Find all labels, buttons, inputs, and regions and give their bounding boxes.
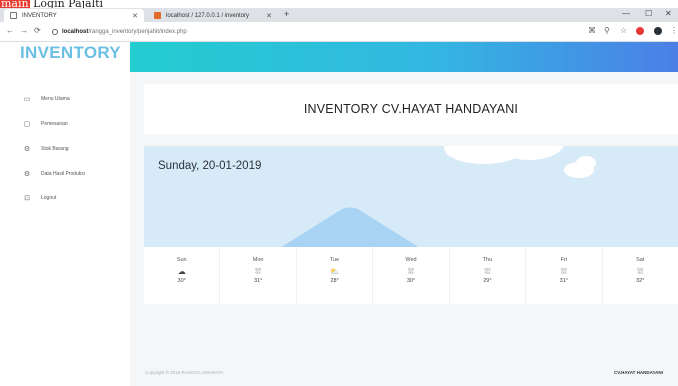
browser-address-bar: ← → ⟳ localhost /rangga_inventory/penjah… xyxy=(0,22,678,42)
forecast-day: Sun ☁ 30° xyxy=(144,247,221,304)
browser-tab-inventory[interactable]: INVENTORY ✕ xyxy=(4,9,144,22)
mountain-decoration xyxy=(280,207,420,248)
new-tab-button[interactable]: + xyxy=(284,9,289,19)
gear-icon: ⚙ xyxy=(23,171,31,178)
back-icon[interactable]: ← xyxy=(6,26,14,35)
bookmark-star-icon[interactable]: ☆ xyxy=(620,26,627,35)
sidebar-item-data-hasil-produksi[interactable]: ⚙ Data Hasil Produksi xyxy=(23,168,85,180)
sidebar-item-label: Menu Utama xyxy=(41,96,70,102)
forward-icon[interactable]: → xyxy=(20,26,28,35)
logout-icon: ⊡ xyxy=(24,195,30,202)
cloud-rain-icon: ⛆ xyxy=(407,267,415,276)
cloud-icon: ☁ xyxy=(177,267,186,276)
title-card: INVENTORY CV.HAYAT HANDAYANI xyxy=(144,84,678,134)
forecast-day-name: Mon xyxy=(252,257,264,263)
page-icon xyxy=(10,12,17,19)
browser-tab-title: INVENTORY xyxy=(22,12,57,19)
monitor-icon: ▭ xyxy=(23,96,31,103)
cloud-sun-icon: ⛅ xyxy=(329,267,340,276)
main-content: INVENTORY CV.HAYAT HANDAYANI Sunday, 20-… xyxy=(130,72,678,386)
forecast-temp: 28° xyxy=(330,278,339,284)
forecast-temp: 32° xyxy=(636,278,645,284)
weather-date: Sunday, 20-01-2019 xyxy=(158,160,262,172)
forecast-day-name: Tue xyxy=(329,257,340,263)
forecast-day-name: Sun xyxy=(176,257,187,263)
cloud-decoration xyxy=(576,156,596,170)
weather-widget: Sunday, 20-01-2019 Sun ☁ 30° Mon ⛆ 31° T… xyxy=(144,146,678,304)
forecast-day-name: Sat xyxy=(636,257,645,263)
translate-icon[interactable]: ⌘ xyxy=(588,26,596,35)
top-label-strip: main Login Pajalti xyxy=(0,0,678,8)
close-icon[interactable]: ✕ xyxy=(132,12,138,20)
gear-icon: ⚙ xyxy=(23,146,31,153)
footer-company: CV.HAYAT HANDAYANI xyxy=(614,370,663,375)
sidebar-item-label: Pemesanan xyxy=(41,121,68,127)
maximize-icon[interactable]: ☐ xyxy=(645,9,652,18)
sidebar-item-label: Data Hasil Produksi xyxy=(41,171,85,177)
footer-copyright: Copyright © 2018 RANGGA SWARAYA xyxy=(145,370,224,375)
forecast-day: Tue ⛅ 28° xyxy=(297,247,374,304)
sidebar-item-logout[interactable]: ⊡ Logout xyxy=(23,192,56,204)
cloud-rain-icon: ⛆ xyxy=(484,267,491,276)
forecast-temp: 30° xyxy=(177,278,186,284)
forecast-temp: 31° xyxy=(253,278,263,284)
forecast-day: Mon ⛆ 31° xyxy=(220,247,297,304)
brand-logo[interactable]: INVENTORY xyxy=(20,43,121,63)
extension-icon[interactable] xyxy=(654,27,662,35)
minimize-icon[interactable]: — xyxy=(622,9,630,18)
forecast-day-name: Wed xyxy=(405,257,417,263)
browser-tab-bar: INVENTORY ✕ localhost / 127.0.0.1 / inve… xyxy=(0,8,678,22)
forecast-temp: 30° xyxy=(406,278,416,284)
zoom-icon[interactable]: ⚲ xyxy=(604,26,610,35)
reload-icon[interactable]: ⟳ xyxy=(34,26,41,35)
cloud-rain-icon: ⛆ xyxy=(254,267,262,276)
close-icon[interactable]: ✕ xyxy=(266,12,272,20)
cloud-rain-icon: ⛆ xyxy=(637,267,644,276)
database-icon xyxy=(154,12,161,19)
forecast-temp: 29° xyxy=(483,278,492,284)
extension-icon[interactable] xyxy=(636,27,644,35)
forecast-day-name: Fri xyxy=(560,257,568,263)
menu-kebab-icon[interactable]: ⋮ xyxy=(670,26,678,35)
top-header-bar xyxy=(130,42,678,72)
forecast-temp: 31° xyxy=(559,278,568,284)
top-label-text: Login Pajalti xyxy=(33,0,104,8)
sidebar-item-pemesanan[interactable]: ▢ Pemesanan xyxy=(23,118,68,130)
box-icon: ▢ xyxy=(23,121,31,128)
url-path: /rangga_inventory/penjahit/index.php xyxy=(88,29,187,35)
cloud-rain-icon: ⛆ xyxy=(560,267,568,276)
browser-tab-title: localhost / 127.0.0.1 / inventory xyxy=(166,12,250,19)
url-host: localhost xyxy=(62,29,89,35)
sidebar-item-label: Logout xyxy=(41,195,57,201)
forecast-day: Fri ⛆ 31° xyxy=(526,247,603,304)
forecast-row: Sun ☁ 30° Mon ⛆ 31° Tue ⛅ 28° Wed ⛆ 30° … xyxy=(144,247,678,304)
top-label-highlight: main xyxy=(0,0,30,8)
forecast-day: Sat ⛆ 32° xyxy=(603,247,678,304)
forecast-day: Wed ⛆ 30° xyxy=(373,247,450,304)
info-icon xyxy=(52,29,58,35)
browser-tab-phpmyadmin[interactable]: localhost / 127.0.0.1 / inventory ✕ xyxy=(148,9,278,22)
forecast-day-name: Thu xyxy=(482,257,493,263)
forecast-day: Thu ⛆ 29° xyxy=(450,247,527,304)
page-title: INVENTORY CV.HAYAT HANDAYANI xyxy=(303,102,519,116)
url-input[interactable]: localhost /rangga_inventory/penjahit/ind… xyxy=(52,26,582,38)
sidebar-item-label: Stok Barang xyxy=(41,146,69,152)
window-close-icon[interactable]: ✕ xyxy=(665,9,672,18)
sidebar: INVENTORY ▭ Menu Utama ▢ Pemesanan ⚙ Sto… xyxy=(0,42,130,386)
sidebar-item-stok-barang[interactable]: ⚙ Stok Barang xyxy=(23,143,69,155)
sidebar-item-menu-utama[interactable]: ▭ Menu Utama xyxy=(23,93,70,105)
